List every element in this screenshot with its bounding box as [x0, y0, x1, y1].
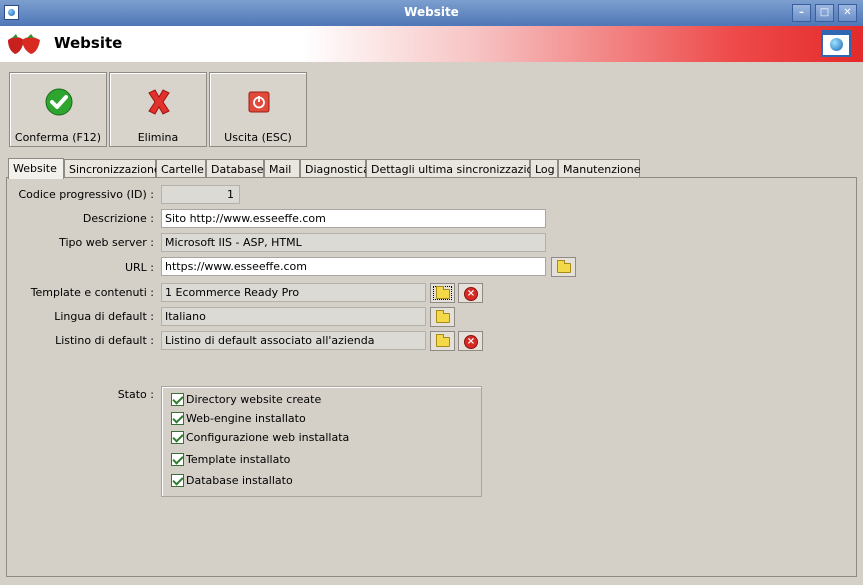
listino-clear-button[interactable]: × [458, 331, 483, 351]
descrizione-field[interactable]: Sito http://www.esseeffe.com [161, 209, 546, 228]
exit-label: Uscita (ESC) [224, 131, 292, 144]
tab-cartelle[interactable]: Cartelle [156, 159, 206, 178]
clear-icon: × [464, 287, 478, 301]
server-field[interactable]: Microsoft IIS - ASP, HTML [161, 233, 546, 252]
stato-group: Directory website create Web-engine inst… [161, 386, 482, 497]
id-field: 1 [161, 185, 240, 204]
clear-icon: × [464, 335, 478, 349]
checkbox-icon [171, 453, 184, 466]
listino-browse-button[interactable] [430, 331, 455, 351]
checkbox-icon [171, 393, 184, 406]
tab-mail[interactable]: Mail [264, 159, 300, 178]
folder-icon [436, 310, 450, 323]
exit-button[interactable]: Uscita (ESC) [209, 72, 307, 147]
folder-icon [557, 260, 571, 273]
url-field[interactable]: https://www.esseeffe.com [161, 257, 546, 276]
confirm-label: Conferma (F12) [14, 131, 102, 144]
tab-website[interactable]: Website [8, 158, 64, 179]
tab-log[interactable]: Log [530, 159, 558, 178]
close-button[interactable]: ✕ [838, 4, 857, 22]
delete-button[interactable]: Elimina [109, 72, 207, 147]
server-label: Tipo web server : [59, 236, 154, 249]
window-title: Website [404, 5, 459, 19]
checkbox-icon [171, 431, 184, 444]
template-clear-button[interactable]: × [458, 283, 483, 303]
tab-database[interactable]: Database [206, 159, 264, 178]
listino-field[interactable]: Listino di default associato all'azienda [161, 331, 426, 350]
template-field[interactable]: 1 Ecommerce Ready Pro [161, 283, 426, 302]
folder-icon [436, 286, 450, 299]
tab-manutenzione[interactable]: Manutenzione [558, 159, 641, 178]
lingua-browse-button[interactable] [430, 307, 455, 327]
lingua-field[interactable]: Italiano [161, 307, 426, 326]
header-title: Website [54, 34, 123, 52]
template-label: Template e contenuti : [30, 286, 154, 299]
tab-sincronizzazione[interactable]: Sincronizzazione [64, 159, 161, 178]
header-banner: Website [0, 26, 863, 62]
url-browse-button[interactable] [551, 257, 576, 277]
title-bar: Website – □ ✕ [0, 0, 863, 26]
checkmark-icon [45, 88, 73, 116]
minimize-button[interactable]: – [792, 4, 811, 22]
checkbox-icon [171, 412, 184, 425]
folder-icon [436, 334, 450, 347]
id-label: Codice progressivo (ID) : [18, 188, 154, 201]
globe-icon[interactable] [821, 30, 851, 57]
descrizione-label: Descrizione : [82, 212, 154, 225]
tab-dettagli-ultima-sincronizzazione[interactable]: Dettagli ultima sincronizzazione [366, 159, 547, 178]
strawberry-logo-icon [8, 34, 40, 54]
delete-label: Elimina [137, 131, 179, 144]
maximize-button[interactable]: □ [815, 4, 834, 22]
listino-label: Listino di default : [55, 334, 154, 347]
checkbox-icon [171, 474, 184, 487]
power-icon [248, 91, 270, 113]
confirm-button[interactable]: Conferma (F12) [9, 72, 107, 147]
tab-diagnostica[interactable]: Diagnostica [300, 159, 370, 178]
template-browse-button[interactable] [430, 283, 455, 303]
url-label: URL : [124, 261, 154, 274]
stato-label: Stato : [117, 388, 154, 401]
red-x-icon [148, 89, 170, 115]
lingua-label: Lingua di default : [54, 310, 154, 323]
